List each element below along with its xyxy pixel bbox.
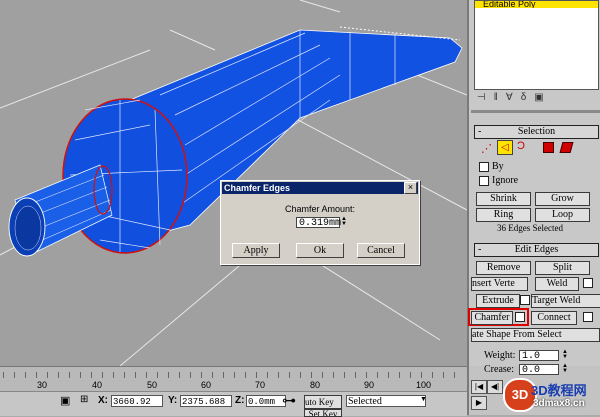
timeline-ticks (0, 368, 467, 378)
playback-panel: Weight: 1.0 ▲ ▼ Crease: 0.0 ▲ ▼ |◀ ◀| ▶ 3D… (467, 344, 600, 415)
create-shape-button[interactable]: ate Shape From Select (471, 328, 600, 342)
chamfer-settings-icon[interactable] (515, 312, 525, 322)
watermark-logo: 3D 3D教程网 3dmax8.cn (503, 378, 599, 413)
chevron-down-icon[interactable]: ▼ (420, 396, 427, 403)
x-coordinate-field[interactable]: 3660.92 (111, 395, 163, 407)
crease-spinner[interactable]: ▲ ▼ (562, 363, 568, 374)
tick-label: 80 (310, 380, 321, 390)
vertex-mode-icon[interactable]: ⋰ (481, 142, 492, 155)
remove-button[interactable]: Remove (476, 261, 531, 275)
edge-mode-icon[interactable]: ◁ (497, 140, 513, 155)
extrude-settings-icon[interactable] (520, 295, 530, 305)
chamfer-amount-spinner[interactable]: ▲ ▼ (341, 216, 347, 228)
tick-label: 70 (255, 380, 266, 390)
weight-label: Weight: (484, 350, 516, 361)
make-unique-icon[interactable]: ∀ (506, 92, 521, 103)
tick-label: 40 (92, 380, 103, 390)
tick-label: 60 (201, 380, 212, 390)
by-vertex-checkbox[interactable] (479, 162, 489, 172)
weight-spinner[interactable]: ▲ ▼ (562, 349, 568, 360)
chamfer-amount-input[interactable]: 0.319mm (296, 217, 341, 229)
weld-button[interactable]: Weld (535, 277, 579, 291)
modifier-stack-item[interactable]: Editable Poly (475, 1, 598, 8)
crease-label: Crease: (484, 364, 514, 375)
z-label: Z: (235, 395, 245, 406)
extrude-button[interactable]: Extrude (476, 294, 520, 308)
grow-button[interactable]: Grow (535, 192, 590, 206)
edit-edges-rollout-header[interactable]: - Edit Edges (474, 243, 599, 257)
selection-rollout-header[interactable]: - Selection (474, 125, 599, 139)
target-weld-button[interactable]: Target Weld (531, 294, 600, 308)
chamfer-button[interactable]: Chamfer (471, 311, 513, 325)
split-button[interactable]: Split (535, 261, 590, 275)
remove-modifier-icon[interactable]: δ (521, 92, 535, 103)
set-key-button[interactable]: Set Key (304, 409, 342, 417)
watermark-url: 3dmax8.cn (533, 398, 585, 409)
go-to-start-icon[interactable]: |◀ (471, 380, 487, 394)
element-mode-icon[interactable] (559, 142, 574, 153)
status-bar: ▣ ⊞ X: 3660.92 Y: 2375.688 Z: 0.0mm ⊶ ut… (0, 391, 467, 417)
modifier-stack-list[interactable]: Editable Poly (474, 0, 599, 90)
ignore-backfacing-label: Ignore (492, 175, 519, 186)
tick-label: 30 (37, 380, 48, 390)
loop-button[interactable]: Loop (535, 208, 590, 222)
connect-button[interactable]: Connect (531, 311, 577, 325)
ok-button[interactable]: Ok (296, 243, 344, 258)
tick-label: 50 (147, 380, 158, 390)
insert-vertex-button[interactable]: nsert Verte (471, 277, 528, 291)
y-label: Y: (168, 395, 178, 406)
ring-button[interactable]: Ring (476, 208, 531, 222)
stack-toolbar: ⊣‖∀δ▣ (477, 92, 552, 103)
ignore-backfacing-checkbox[interactable] (479, 176, 489, 186)
x-label: X: (98, 395, 108, 406)
weight-input[interactable]: 1.0 (519, 350, 559, 362)
border-mode-icon[interactable]: Ɔ (517, 140, 525, 152)
watermark-title: 3D教程网 (531, 383, 587, 398)
by-vertex-label: By (492, 161, 504, 172)
key-filter-select[interactable]: Selected (346, 395, 426, 407)
absolute-mode-icon[interactable]: ⊞ (80, 394, 88, 405)
lock-selection-icon[interactable]: ▣ (60, 394, 70, 407)
play-icon[interactable]: ▶ (471, 396, 487, 410)
selection-count: 36 Edges Selected (497, 223, 563, 233)
chamfer-amount-label: Chamfer Amount: (284, 204, 356, 214)
close-icon[interactable]: × (404, 182, 417, 194)
tick-label: 90 (364, 380, 375, 390)
configure-sets-icon[interactable]: ▣ (534, 92, 551, 103)
connect-settings-icon[interactable] (583, 312, 593, 322)
apply-button[interactable]: Apply (232, 243, 280, 258)
shrink-button[interactable]: Shrink (476, 192, 531, 206)
tick-label: 100 (416, 380, 432, 390)
command-panel: Editable Poly ⊣‖∀δ▣ - Selection ⋰ ◁ Ɔ By … (467, 0, 600, 367)
show-end-result-icon[interactable]: ‖ (494, 92, 506, 103)
crease-input[interactable]: 0.0 (519, 364, 559, 376)
pin-stack-icon[interactable]: ⊣ (477, 92, 494, 103)
z-coordinate-field[interactable]: 0.0mm (246, 395, 286, 407)
y-coordinate-field[interactable]: 2375.688 (180, 395, 232, 407)
polygon-mode-icon[interactable] (543, 142, 554, 153)
auto-key-button[interactable]: uto Key (304, 395, 342, 409)
cancel-button[interactable]: Cancel (357, 243, 405, 258)
dialog-title: Chamfer Edges (222, 182, 418, 194)
weld-settings-icon[interactable] (583, 278, 593, 288)
previous-frame-icon[interactable]: ◀| (487, 380, 503, 394)
key-icon[interactable]: ⊶ (282, 392, 296, 409)
timeline-ruler[interactable]: 30 40 50 60 70 80 90 100 (0, 366, 467, 392)
chamfer-edges-dialog: Chamfer Edges × Chamfer Amount: 0.319mm … (220, 180, 420, 265)
